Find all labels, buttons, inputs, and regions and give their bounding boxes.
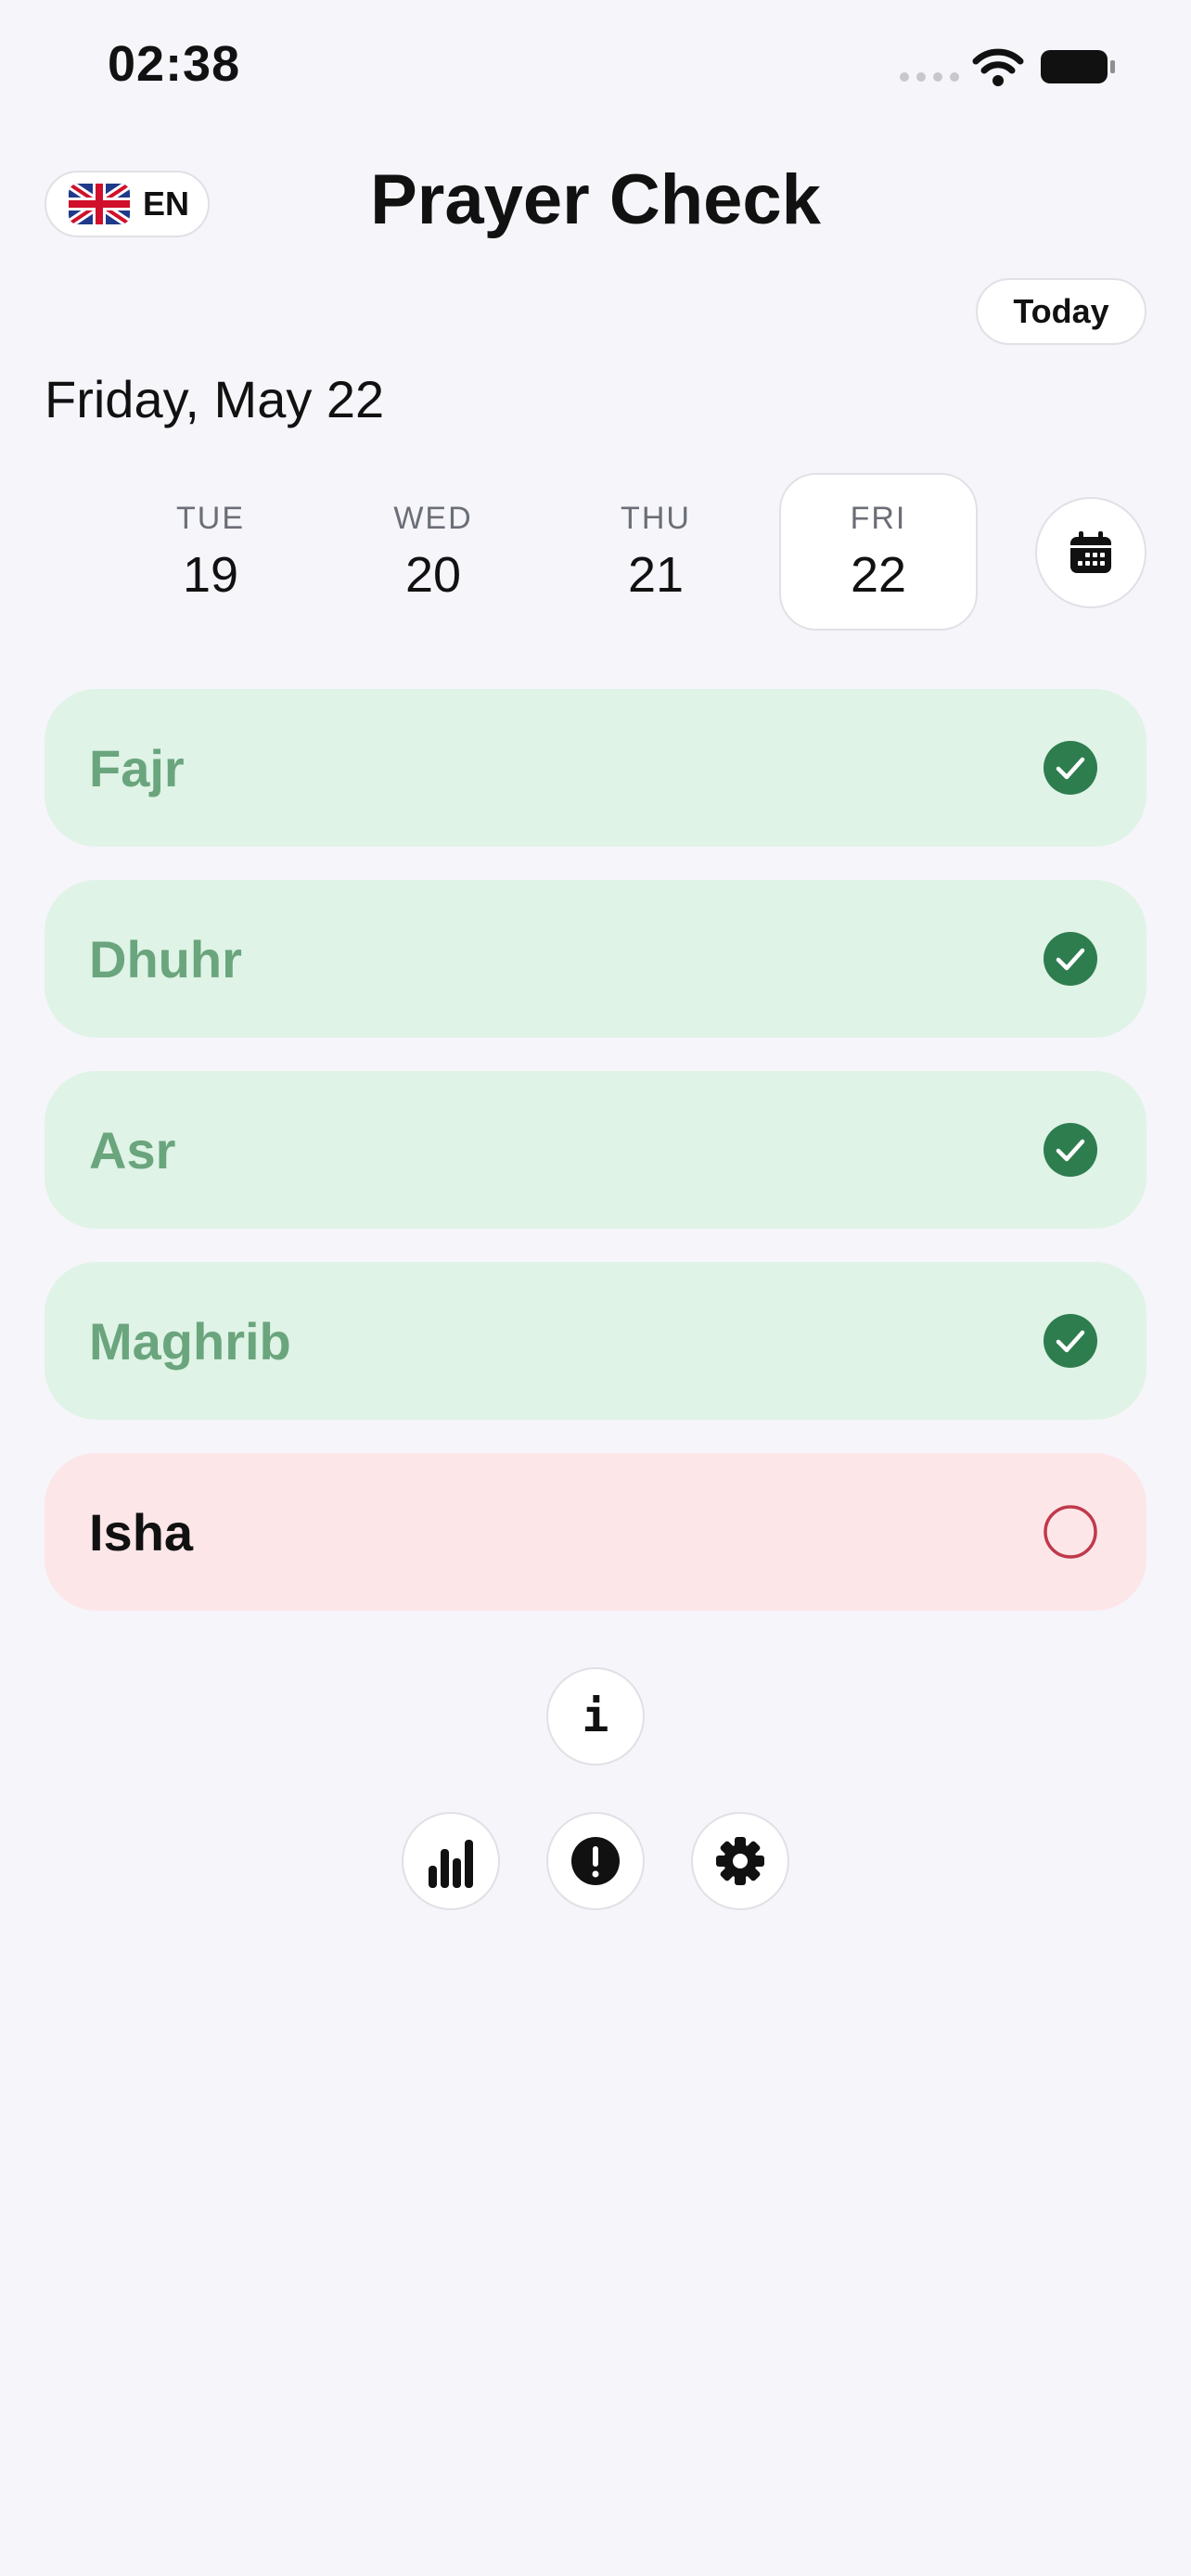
prayer-card-dhuhr[interactable]: Dhuhr bbox=[45, 880, 1146, 1038]
prayer-card-isha[interactable]: Isha bbox=[45, 1453, 1146, 1611]
prayer-card-maghrib[interactable]: Maghrib bbox=[45, 1262, 1146, 1420]
alert-button[interactable] bbox=[546, 1812, 645, 1910]
check-circle-icon bbox=[1044, 741, 1097, 795]
check-circle-icon bbox=[1044, 1314, 1097, 1368]
settings-button[interactable] bbox=[691, 1812, 789, 1910]
day-name: TUE bbox=[176, 500, 245, 536]
info-button[interactable]: i bbox=[546, 1667, 645, 1766]
info-icon: i bbox=[582, 1690, 609, 1742]
signal-icon bbox=[900, 72, 959, 82]
prayer-name: Asr bbox=[89, 1120, 176, 1180]
check-circle-icon bbox=[1044, 1123, 1097, 1177]
today-button[interactable]: Today bbox=[976, 278, 1146, 345]
day-fri[interactable]: FRI 22 bbox=[779, 473, 978, 631]
day-number: 21 bbox=[627, 546, 685, 603]
empty-circle-icon bbox=[1044, 1505, 1097, 1559]
day-name: THU bbox=[621, 500, 691, 536]
status-time: 02:38 bbox=[108, 36, 241, 92]
prayer-name: Dhuhr bbox=[89, 929, 242, 988]
exclamation-icon bbox=[571, 1837, 620, 1885]
day-name: FRI bbox=[850, 500, 907, 536]
gear-icon bbox=[716, 1837, 764, 1885]
statistics-button[interactable] bbox=[402, 1812, 500, 1910]
day-tue[interactable]: TUE 19 bbox=[111, 473, 310, 631]
prayer-name: Isha bbox=[89, 1502, 194, 1562]
day-number: 19 bbox=[182, 546, 239, 603]
prayer-name: Maghrib bbox=[89, 1311, 291, 1371]
day-name: WED bbox=[393, 500, 473, 536]
prayer-card-asr[interactable]: Asr bbox=[45, 1071, 1146, 1229]
bar-chart-icon bbox=[429, 1840, 473, 1888]
prayer-card-fajr[interactable]: Fajr bbox=[45, 689, 1146, 847]
check-circle-icon bbox=[1044, 932, 1097, 986]
day-wed[interactable]: WED 20 bbox=[334, 473, 532, 631]
calendar-button[interactable] bbox=[1035, 497, 1146, 608]
page-title: Prayer Check bbox=[370, 160, 821, 239]
day-thu[interactable]: THU 21 bbox=[557, 473, 755, 631]
selected-date-heading: Friday, May 22 bbox=[45, 370, 385, 428]
calendar-icon bbox=[1070, 531, 1111, 573]
battery-icon bbox=[1041, 50, 1115, 83]
prayer-name: Fajr bbox=[89, 738, 185, 797]
day-number: 20 bbox=[404, 546, 462, 603]
wifi-icon bbox=[972, 48, 1024, 86]
day-number: 22 bbox=[850, 546, 907, 603]
